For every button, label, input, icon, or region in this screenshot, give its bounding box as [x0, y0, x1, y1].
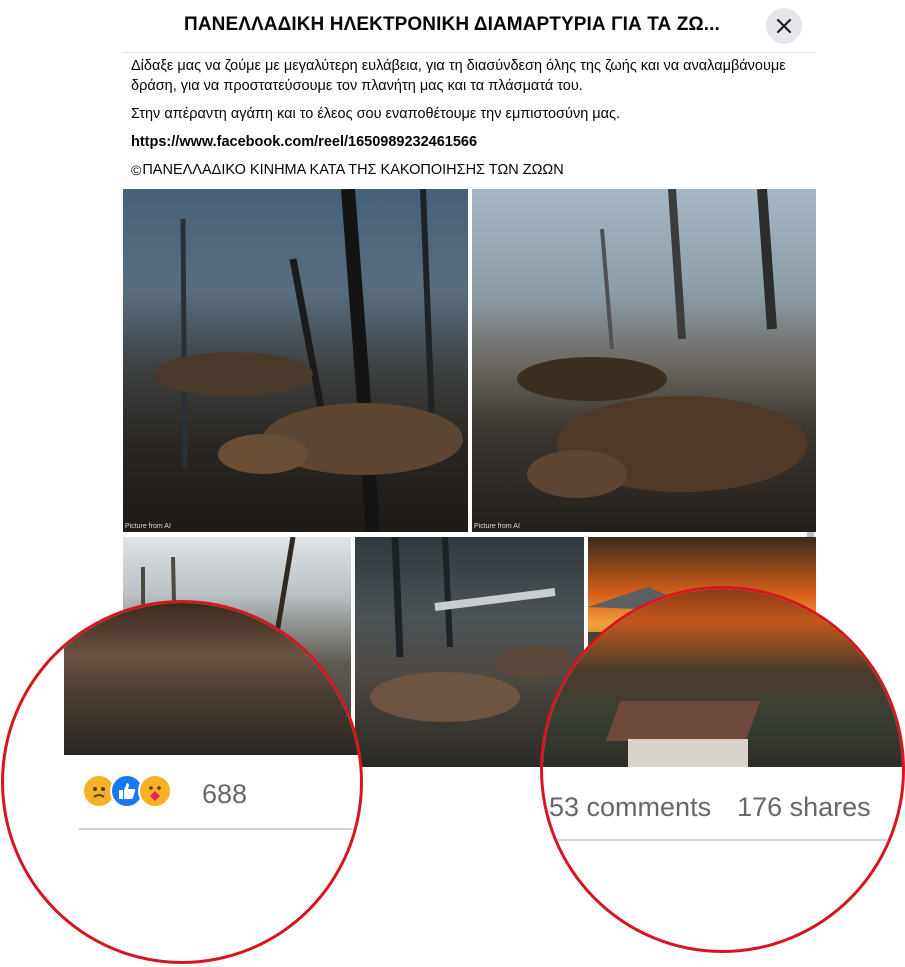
post-text: Δίδαξε μας να ζούμε με μεγαλύτερη ευλάβε… — [131, 56, 801, 188]
divider — [79, 828, 360, 830]
zoomed-photo-fragment — [64, 603, 360, 755]
house-roof — [605, 701, 761, 741]
divider — [543, 839, 902, 841]
copyright-line: © ΠΑΝΕΛΛΑΔΙΚΟ ΚΙΝΗΜΑ ΚΑΤΑ ΤΗΣ ΚΑΚΟΠΟΙΗΣΗ… — [131, 160, 801, 180]
post-paragraph-1: Δίδαξε μας να ζούμε με μεγαλύτερη ευλάβε… — [131, 58, 786, 94]
copyright-text: ΠΑΝΕΛΛΑΔΙΚΟ ΚΙΝΗΜΑ ΚΑΤΑ ΤΗΣ ΚΑΚΟΠΟΙΗΣΗΣ … — [142, 162, 564, 178]
close-icon — [776, 18, 792, 34]
zoom-callout-reactions: 688 — [1, 600, 363, 964]
photo-burned-boar[interactable]: Picture from AI — [472, 189, 816, 532]
zoomed-photo-fragment — [543, 589, 902, 767]
photo-scene-boar — [517, 189, 807, 498]
photo-scene-deer — [153, 189, 463, 532]
reaction-icons[interactable] — [82, 774, 172, 808]
comments-count[interactable]: 53 comments — [549, 792, 711, 822]
zoom-callout-stats: 53 comments 176 shares — [540, 586, 905, 953]
care-reaction-icon — [138, 774, 172, 808]
close-button[interactable] — [766, 8, 802, 44]
copyright-icon: © — [131, 162, 142, 178]
house-wall — [628, 739, 748, 767]
engagement-stats: 53 comments 176 shares — [549, 792, 871, 823]
ai-label: Picture from AI — [474, 523, 520, 530]
reaction-count[interactable]: 688 — [202, 779, 247, 810]
dialog-title: ΠΑΝΕΛΛΑΔΙΚΗ ΗΛΕΚΤΡΟΝΙΚΗ ΔΙΑΜΑΡΤΥΡΙΑ ΓΙΑ … — [184, 14, 720, 35]
shares-count[interactable]: 176 shares — [737, 792, 871, 822]
photo-burned-deer[interactable]: Picture from AI — [123, 189, 468, 532]
post-paragraph-2: Στην απέραντη αγάπη και το έλεος σου ενα… — [131, 106, 621, 122]
dialog-header: ΠΑΝΕΛΛΑΔΙΚΗ ΗΛΕΚΤΡΟΝΙΚΗ ΔΙΑΜΑΡΤΥΡΙΑ ΓΙΑ … — [0, 0, 905, 52]
post-link[interactable]: https://www.facebook.com/reel/1650989232… — [131, 132, 801, 152]
ai-label: Picture from AI — [125, 523, 171, 530]
